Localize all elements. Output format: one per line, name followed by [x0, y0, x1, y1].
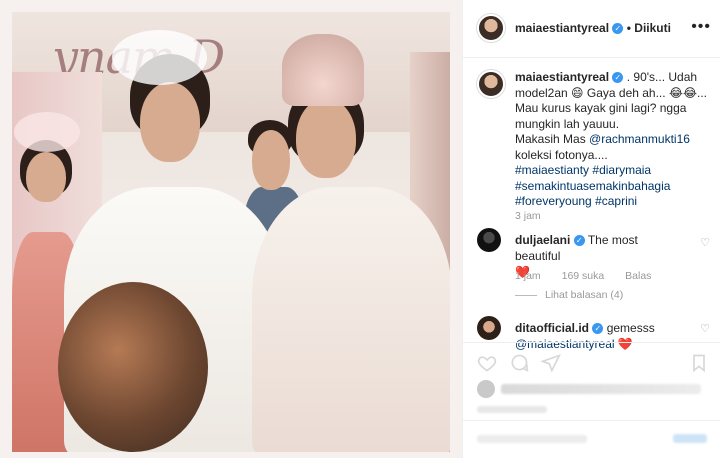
separator-dot: • [626, 21, 631, 35]
liked-by-text-blurred [501, 384, 701, 394]
action-bar [463, 342, 720, 382]
instagram-post-modal: ynam D [0, 0, 720, 458]
verified-badge-icon: ✓ [573, 235, 585, 247]
verified-badge-icon: ✓ [612, 23, 624, 35]
commenter-username[interactable]: ditaofficial.id [515, 321, 589, 335]
view-replies-label: Lihat balasan (4) [545, 289, 624, 301]
liker-avatar[interactable] [477, 380, 495, 398]
hashtag-link[interactable]: #semakintuasemakinbahagia [515, 179, 670, 193]
caption-timestamp[interactable]: 3 jam [515, 210, 541, 222]
post-comment-button-blurred[interactable] [673, 434, 707, 443]
comment-likes[interactable]: 169 suka [562, 270, 605, 282]
post-header: maiaestiantyreal ✓ • Diikuti ••• [463, 0, 720, 58]
post-sidebar: maiaestiantyreal ✓ • Diikuti ••• maiaest… [462, 0, 720, 458]
commenter-avatar[interactable] [477, 316, 501, 340]
reply-button[interactable]: Balas [625, 270, 651, 282]
comment-time[interactable]: 1 jam [515, 270, 541, 282]
hashtag-link[interactable]: #foreveryoung [515, 194, 592, 208]
comment-meta: 1 jam 169 suka Balas [515, 270, 669, 282]
author-avatar[interactable] [477, 14, 505, 42]
like-heart-icon[interactable] [477, 353, 497, 373]
follow-status-button[interactable]: Diikuti [634, 21, 671, 35]
caption-line-3: Makasih Mas [515, 132, 590, 146]
comment-bubble-icon[interactable] [509, 353, 529, 373]
liked-by-line [477, 380, 713, 400]
caption-author-avatar[interactable] [477, 70, 505, 98]
post-date-blurred [477, 406, 547, 413]
caption-line-4: koleksi fotonya.... [515, 147, 608, 162]
post-photo[interactable]: ynam D [0, 0, 462, 458]
comment-body: gemesss [606, 321, 655, 335]
add-comment-bar [463, 420, 720, 458]
like-comment-heart-icon[interactable]: ♡ [700, 236, 710, 249]
like-comment-heart-icon[interactable]: ♡ [700, 322, 710, 335]
hashtag-link[interactable]: #caprini [595, 194, 637, 208]
hashtag-link[interactable]: #diarymaia [592, 163, 651, 177]
verified-badge-icon: ✓ [592, 323, 604, 335]
caption-line-2: Mau kurus kayak gini lagi? ngga mungkin … [515, 101, 687, 131]
commenter-username[interactable]: duljaelani [515, 233, 570, 247]
author-username[interactable]: maiaestiantyreal [515, 21, 609, 35]
caption-username[interactable]: maiaestiantyreal [515, 70, 609, 84]
view-replies-button[interactable]: Lihat balasan (4) [515, 289, 623, 301]
share-paper-plane-icon[interactable] [541, 353, 561, 373]
verified-badge-icon: ✓ [612, 72, 624, 84]
comment-item: duljaelani ✓ The most beautiful ❤️ [477, 228, 713, 279]
post-caption: maiaestiantyreal ✓ . 90's... Udah model2… [515, 70, 711, 210]
hashtag-link[interactable]: #maiaestianty [515, 163, 589, 177]
more-horizontal-icon[interactable]: ••• [691, 18, 711, 36]
bookmark-icon[interactable] [689, 353, 709, 373]
commenter-avatar[interactable] [477, 228, 501, 252]
caption-mention-link[interactable]: @rachmanmukti16 [589, 132, 690, 146]
wedding-photo: ynam D [12, 12, 450, 452]
comment-input-blurred[interactable] [477, 435, 587, 443]
